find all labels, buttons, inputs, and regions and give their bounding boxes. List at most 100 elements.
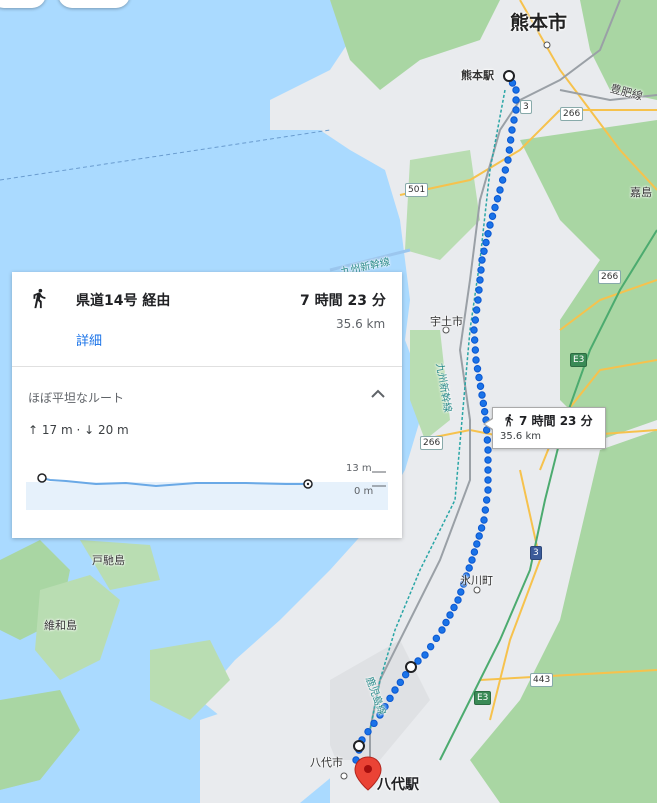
panel-divider — [12, 366, 402, 367]
callout-duration: 7 時間 23 分 — [519, 414, 593, 428]
route-dot — [480, 407, 489, 416]
route-dot — [454, 596, 462, 604]
elevation-chart — [26, 471, 388, 510]
route-dot — [478, 256, 486, 264]
route-dot — [488, 212, 497, 220]
label-toroshima: 戸馳島 — [92, 554, 125, 567]
elevation-min-label: 0 m — [354, 486, 374, 497]
route-dot — [391, 686, 399, 694]
route-dot — [484, 230, 492, 238]
route-dot — [475, 286, 483, 294]
terrain-title: ほぼ平坦なルート — [28, 391, 125, 405]
route-dot — [483, 436, 492, 444]
road-shield: 266 — [598, 270, 622, 284]
route-dot — [482, 238, 490, 247]
route-dot — [401, 670, 410, 679]
route-dot — [442, 618, 450, 627]
route-dot — [512, 86, 520, 94]
route-dot — [426, 642, 435, 651]
road-shield: 3 — [530, 546, 542, 560]
route-dot — [471, 346, 480, 354]
route-dot — [477, 524, 486, 532]
route-dot — [465, 564, 473, 572]
route-dot — [506, 136, 515, 144]
route-dot — [470, 548, 479, 556]
expressway-shield: E3 — [570, 353, 588, 367]
route-dot — [508, 126, 516, 134]
walk-icon — [505, 414, 514, 427]
route-dot — [446, 611, 454, 619]
route-dot — [364, 727, 372, 736]
waypoint-start — [503, 70, 515, 82]
route-dot — [370, 719, 378, 728]
route-dot — [414, 657, 422, 665]
label-kumamoto-station: 熊本駅 — [461, 69, 494, 82]
route-dot — [457, 588, 465, 596]
route-dot — [484, 456, 492, 464]
route-dot — [476, 276, 484, 284]
walk-icon — [33, 288, 46, 309]
waypoint-mid — [405, 661, 417, 673]
route-dot — [496, 186, 504, 194]
details-link[interactable]: 詳細 — [76, 330, 102, 349]
route-dot — [498, 176, 507, 184]
route-dot — [480, 247, 488, 255]
route-dot — [470, 326, 478, 334]
road-shield: 266 — [560, 107, 584, 121]
route-dot — [493, 195, 502, 203]
route-dot — [484, 466, 492, 474]
route-dot — [386, 694, 394, 703]
route-dot — [471, 316, 480, 324]
label-uto-city: 宇土市 — [430, 315, 463, 328]
label-yatsushiro-city: 八代市 — [310, 756, 343, 769]
route-dot — [482, 496, 491, 504]
route-dot — [479, 399, 488, 408]
route-dot — [478, 391, 486, 399]
expressway-shield: E3 — [474, 691, 492, 705]
route-dot — [486, 221, 494, 229]
route-dot — [512, 96, 520, 104]
callout-distance: 35.6 km — [500, 431, 541, 442]
route-dot — [473, 365, 482, 373]
route-dot — [468, 556, 476, 564]
route-dot — [475, 373, 483, 382]
route-dot — [484, 486, 492, 494]
chevron-up-icon[interactable] — [366, 384, 390, 404]
route-dot — [421, 651, 429, 659]
route-dot — [512, 106, 520, 114]
road-shield: 266 — [420, 436, 444, 450]
route-dot — [480, 516, 488, 524]
route-distance: 35.6 km — [336, 317, 386, 331]
route-dot — [481, 506, 490, 514]
route-dot — [484, 446, 492, 454]
label-kashima: 嘉島 — [630, 186, 652, 199]
elevation-start-marker — [37, 473, 47, 483]
road-shield: 501 — [405, 183, 429, 197]
route-dot — [473, 540, 481, 548]
route-dot — [470, 336, 479, 344]
route-dot — [491, 203, 499, 212]
route-dot — [510, 116, 518, 124]
route-name: 県道14号 経由 — [76, 293, 171, 309]
route-dot — [450, 603, 458, 612]
route-dot — [474, 296, 482, 304]
route-dot — [504, 156, 512, 164]
route-dot — [477, 266, 485, 274]
route-duration: 7 時間 23 分 — [300, 293, 386, 309]
label-hikawa-town: 氷川町 — [460, 574, 493, 587]
route-dot — [475, 532, 483, 540]
route-dot — [472, 356, 480, 364]
label-kumamoto-city: 熊本市 — [510, 12, 568, 34]
waypoint-mid2 — [353, 740, 365, 752]
route-dot — [484, 476, 492, 484]
elevation-summary: ↑ 17 m · ↓ 20 m — [28, 423, 129, 437]
label-ibashima: 維和島 — [44, 619, 77, 632]
route-dot — [472, 306, 481, 314]
map-control-button[interactable] — [58, 0, 130, 8]
road-shield: 3 — [520, 100, 532, 114]
road-shield: 443 — [530, 673, 554, 687]
route-dot — [505, 146, 514, 154]
label-yatsushiro-station: 八代駅 — [377, 777, 419, 793]
route-dot — [438, 626, 446, 634]
elevation-max-label: 13 m — [346, 463, 372, 474]
